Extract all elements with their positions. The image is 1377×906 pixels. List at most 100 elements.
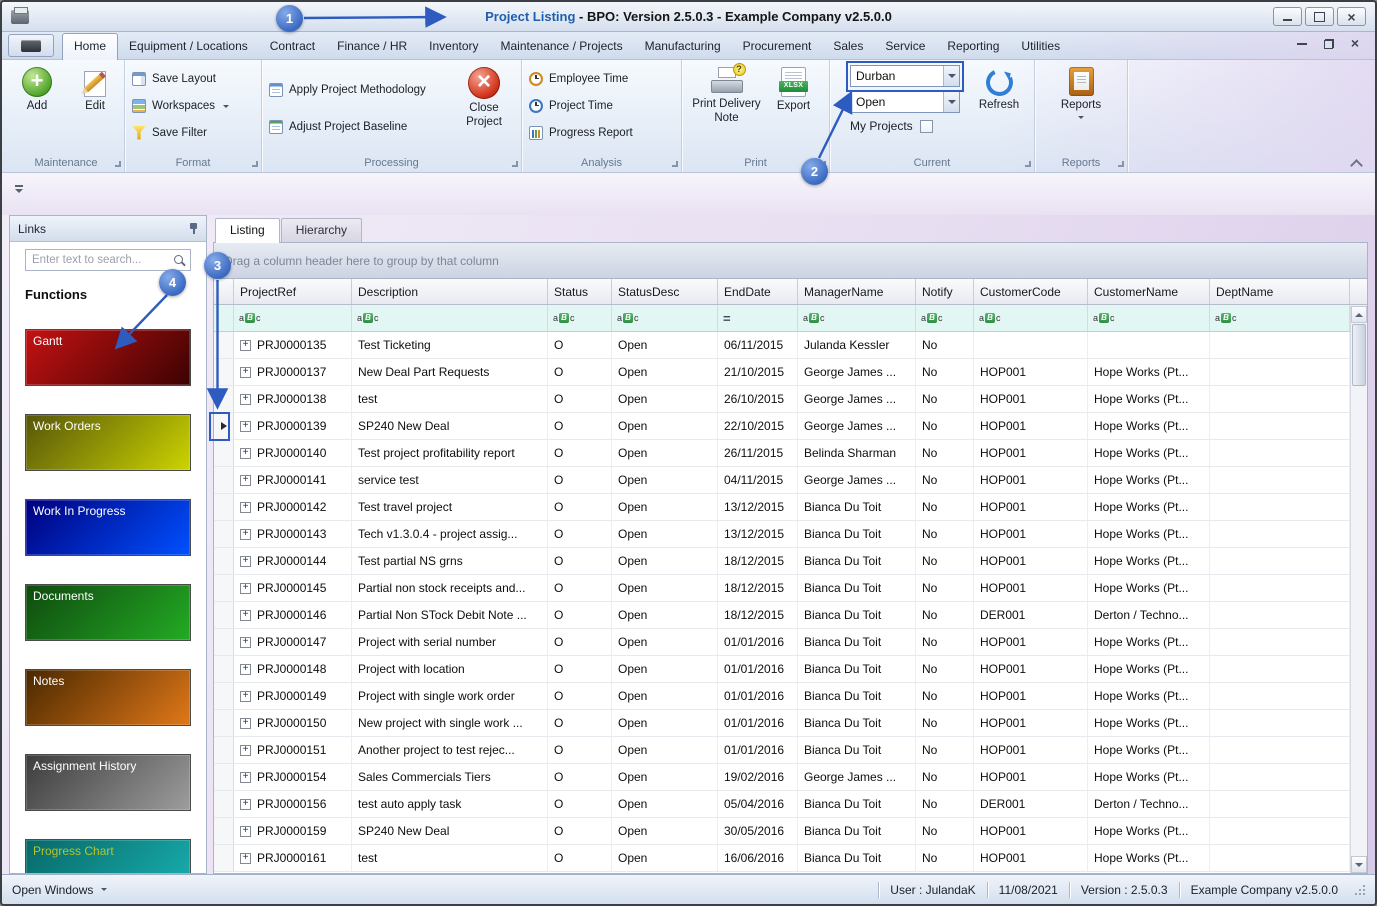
grid-cell-description[interactable]: test	[352, 386, 548, 412]
grid-cell-projectref[interactable]: PRJ0000137	[234, 359, 352, 385]
save-filter-button[interactable]: Save Filter	[125, 121, 236, 144]
row-indicator[interactable]	[214, 656, 234, 682]
grid-cell-statusdesc[interactable]: Open	[612, 440, 718, 466]
grid-cell-notify[interactable]: No	[916, 440, 974, 466]
grid-cell-status[interactable]: O	[548, 440, 612, 466]
grid-cell-status[interactable]: O	[548, 818, 612, 844]
export-button[interactable]: Export	[765, 64, 823, 153]
grid-cell-status[interactable]: O	[548, 548, 612, 574]
grid-cell-description[interactable]: SP240 New Deal	[352, 818, 548, 844]
grid-cell-status[interactable]: O	[548, 629, 612, 655]
grid-cell-notify[interactable]: No	[916, 548, 974, 574]
grid-cell-statusdesc[interactable]: Open	[612, 521, 718, 547]
grid-cell-status[interactable]: O	[548, 791, 612, 817]
row-indicator[interactable]	[214, 602, 234, 628]
status-combobox[interactable]: Open	[850, 91, 960, 113]
grid-cell-projectref[interactable]: PRJ0000142	[234, 494, 352, 520]
add-button[interactable]: Add	[8, 64, 66, 153]
grid-cell-enddate[interactable]: 18/12/2015	[718, 602, 798, 628]
expand-row-icon[interactable]	[240, 610, 251, 621]
grid-cell-description[interactable]: Sales Commercials Tiers	[352, 764, 548, 790]
filter-cell-notify[interactable]: aBc	[916, 305, 974, 331]
grid-cell-deptname[interactable]	[1210, 521, 1350, 547]
grid-cell-deptname[interactable]	[1210, 413, 1350, 439]
grid-cell-enddate[interactable]: 01/01/2016	[718, 737, 798, 763]
grid-cell-enddate[interactable]: 18/12/2015	[718, 548, 798, 574]
grid-cell-customercode[interactable]: HOP001	[974, 845, 1088, 871]
workspaces-button[interactable]: Workspaces	[125, 94, 236, 117]
grid-cell-statusdesc[interactable]: Open	[612, 710, 718, 736]
refresh-button[interactable]: Refresh	[970, 64, 1028, 153]
grid-cell-enddate[interactable]: 30/05/2016	[718, 818, 798, 844]
grid-cell-notify[interactable]: No	[916, 656, 974, 682]
grid-cell-notify[interactable]: No	[916, 764, 974, 790]
grid-cell-deptname[interactable]	[1210, 656, 1350, 682]
grid-cell-notify[interactable]: No	[916, 737, 974, 763]
grid-cell-deptname[interactable]	[1210, 764, 1350, 790]
grid-cell-statusdesc[interactable]: Open	[612, 575, 718, 601]
grid-cell-projectref[interactable]: PRJ0000140	[234, 440, 352, 466]
grid-cell-status[interactable]: O	[548, 332, 612, 358]
row-indicator[interactable]	[214, 386, 234, 412]
grid-cell-description[interactable]: service test	[352, 467, 548, 493]
project-time-button[interactable]: Project Time	[522, 94, 640, 117]
grid-cell-status[interactable]: O	[548, 683, 612, 709]
expand-row-icon[interactable]	[240, 394, 251, 405]
dialog-launcher-icon[interactable]	[252, 161, 258, 167]
grid-cell-deptname[interactable]	[1210, 548, 1350, 574]
grid-cell-deptname[interactable]	[1210, 575, 1350, 601]
grid-cell-customercode[interactable]: HOP001	[974, 683, 1088, 709]
grid-cell-description[interactable]: Tech v1.3.0.4 - project assig...	[352, 521, 548, 547]
grid-cell-customercode[interactable]: HOP001	[974, 359, 1088, 385]
grid-cell-enddate[interactable]: 01/01/2016	[718, 656, 798, 682]
grid-cell-status[interactable]: O	[548, 467, 612, 493]
grid-row-PRJ0000151[interactable]: PRJ0000151Another project to test rejec.…	[214, 737, 1367, 764]
grid-cell-deptname[interactable]	[1210, 467, 1350, 493]
grid-cell-notify[interactable]: No	[916, 359, 974, 385]
row-indicator[interactable]	[214, 764, 234, 790]
grid-cell-managername[interactable]: George James ...	[798, 386, 916, 412]
grid-cell-deptname[interactable]	[1210, 683, 1350, 709]
column-header-customercode[interactable]: CustomerCode	[974, 279, 1088, 304]
grid-cell-customername[interactable]: Hope Works (Pt...	[1088, 656, 1210, 682]
grid-cell-description[interactable]: Partial non stock receipts and...	[352, 575, 548, 601]
grid-cell-description[interactable]: test auto apply task	[352, 791, 548, 817]
grid-cell-notify[interactable]: No	[916, 629, 974, 655]
maximize-button[interactable]	[1305, 7, 1334, 26]
grid-row-PRJ0000147[interactable]: PRJ0000147Project with serial numberOOpe…	[214, 629, 1367, 656]
filter-cell-deptname[interactable]: aBc	[1210, 305, 1350, 331]
view-tab-listing[interactable]: Listing	[215, 218, 280, 243]
ribbon-tab-sales[interactable]: Sales	[822, 34, 874, 59]
grid-cell-enddate[interactable]: 26/11/2015	[718, 440, 798, 466]
row-indicator[interactable]	[214, 332, 234, 358]
grid-cell-statusdesc[interactable]: Open	[612, 629, 718, 655]
grid-row-PRJ0000145[interactable]: PRJ0000145Partial non stock receipts and…	[214, 575, 1367, 602]
grid-cell-statusdesc[interactable]: Open	[612, 683, 718, 709]
grid-cell-status[interactable]: O	[548, 845, 612, 871]
grid-cell-projectref[interactable]: PRJ0000161	[234, 845, 352, 871]
group-by-bar[interactable]: Drag a column header here to group by th…	[214, 243, 1367, 279]
grid-cell-enddate[interactable]: 06/11/2015	[718, 332, 798, 358]
grid-cell-deptname[interactable]	[1210, 494, 1350, 520]
grid-cell-customercode[interactable]: HOP001	[974, 386, 1088, 412]
reports-button[interactable]: Reports	[1052, 64, 1110, 153]
expand-row-icon[interactable]	[240, 448, 251, 459]
column-header-projectref[interactable]: ProjectRef	[234, 279, 352, 304]
grid-cell-description[interactable]: test	[352, 845, 548, 871]
row-indicator[interactable]	[214, 467, 234, 493]
column-header-managername[interactable]: ManagerName	[798, 279, 916, 304]
row-indicator[interactable]	[214, 440, 234, 466]
edit-button[interactable]: Edit	[66, 64, 124, 153]
expand-row-icon[interactable]	[240, 745, 251, 756]
grid-cell-managername[interactable]: Bianca Du Toit	[798, 656, 916, 682]
grid-cell-statusdesc[interactable]: Open	[612, 413, 718, 439]
function-tile-progress-chart[interactable]: Progress Chart	[25, 839, 191, 873]
resize-grip[interactable]	[1353, 883, 1367, 897]
grid-cell-managername[interactable]: Bianca Du Toit	[798, 791, 916, 817]
filter-cell-customercode[interactable]: aBc	[974, 305, 1088, 331]
grid-cell-enddate[interactable]: 01/01/2016	[718, 629, 798, 655]
row-indicator[interactable]	[214, 548, 234, 574]
grid-cell-description[interactable]: Project with serial number	[352, 629, 548, 655]
row-indicator[interactable]	[214, 791, 234, 817]
grid-cell-notify[interactable]: No	[916, 467, 974, 493]
